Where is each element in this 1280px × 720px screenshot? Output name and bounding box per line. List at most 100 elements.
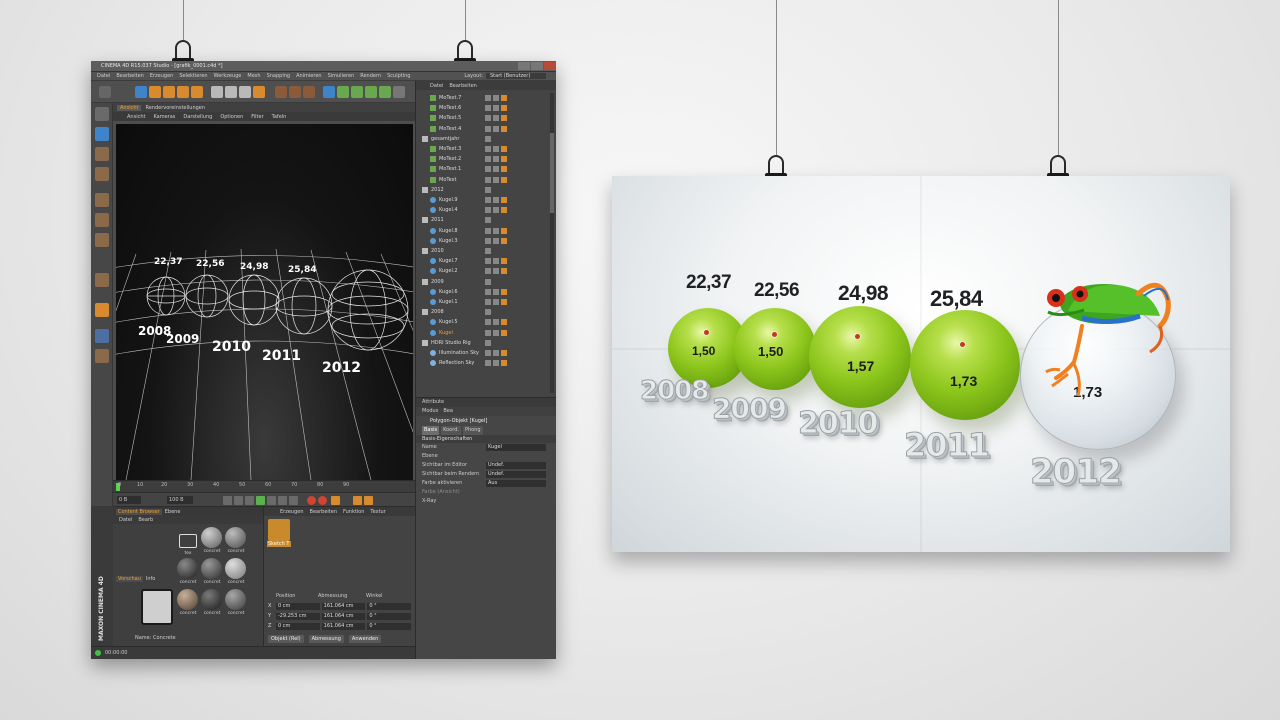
move-tool-icon[interactable] (149, 86, 161, 98)
tag-icon[interactable] (501, 360, 507, 367)
tag-icon[interactable] (501, 207, 507, 214)
object-row[interactable]: Kugel.5 (416, 317, 546, 327)
position-z-field[interactable]: 0 cm (276, 623, 320, 630)
object-row[interactable]: MoText.2 (416, 154, 546, 164)
visibility-toggle-icon[interactable] (485, 146, 491, 152)
tag-icon[interactable] (493, 268, 499, 275)
object-row[interactable]: Reflection Sky (416, 358, 546, 368)
mm-menu-item[interactable]: Erzeugen (280, 509, 304, 515)
attribute-value-field[interactable]: Undef. (486, 462, 546, 469)
tag-icon[interactable] (501, 166, 507, 173)
tag-icon[interactable] (501, 125, 507, 132)
tag-icon[interactable] (493, 299, 499, 305)
tag-icon[interactable] (493, 227, 499, 234)
object-row[interactable]: 2008 (416, 307, 546, 317)
angle-p-field[interactable]: 0 ° (367, 613, 412, 620)
menu-item[interactable]: Datei (97, 73, 110, 79)
tag-icon[interactable] (493, 319, 499, 326)
object-row[interactable]: gesamtjahr (416, 134, 546, 144)
tag-icon[interactable] (493, 166, 499, 173)
size-y-field[interactable]: 161.064 cm (321, 613, 366, 620)
scale-key-icon[interactable] (364, 496, 373, 505)
tag-icon[interactable] (501, 156, 507, 163)
visibility-toggle-icon[interactable] (485, 288, 491, 295)
tag-icon[interactable] (501, 350, 507, 356)
material-sphere-icon[interactable] (225, 589, 246, 610)
viewport-menu-item[interactable]: Optionen (220, 114, 243, 120)
apply-button[interactable]: Anwenden (348, 635, 382, 643)
scale-tool-icon[interactable] (163, 86, 175, 98)
tag-icon[interactable] (501, 105, 507, 112)
tag-icon[interactable] (501, 288, 507, 295)
visibility-toggle-icon[interactable] (485, 237, 491, 244)
visibility-toggle-icon[interactable] (485, 268, 491, 275)
model-mode-icon[interactable] (95, 107, 109, 121)
previous-key-icon[interactable] (234, 496, 243, 505)
object-row[interactable]: Kugel.2 (416, 266, 546, 276)
tag-icon[interactable] (501, 258, 507, 265)
tag-icon[interactable] (493, 329, 499, 336)
object-scrollbar[interactable] (550, 93, 554, 393)
tag-icon[interactable] (493, 350, 499, 356)
viewport-menu-item[interactable]: Kameras (153, 114, 175, 120)
visibility-toggle-icon[interactable] (485, 227, 491, 234)
go-to-end-icon[interactable] (289, 496, 298, 505)
tag-icon[interactable] (493, 360, 499, 367)
visibility-toggle-icon[interactable] (485, 329, 491, 336)
tag-icon[interactable] (501, 268, 507, 275)
visibility-toggle-icon[interactable] (485, 95, 491, 101)
object-row[interactable]: Illumination Sky (416, 348, 546, 358)
object-row[interactable]: MoText (416, 175, 546, 185)
tag-icon[interactable] (501, 299, 507, 305)
visibility-toggle-icon[interactable] (485, 166, 491, 173)
keyframe-selection-icon[interactable] (331, 496, 340, 505)
cb-menu-item[interactable]: Datei (119, 517, 132, 523)
tab-vorschau[interactable]: Vorschau (116, 575, 143, 582)
mm-menu-item[interactable]: Bearbeiten (310, 509, 337, 515)
menu-item[interactable]: Snapping (267, 73, 291, 79)
points-mode-icon[interactable] (95, 193, 109, 207)
3d-viewport[interactable]: 22,37 22,56 24,98 25,84 2008 2009 2010 2… (116, 124, 413, 480)
menu-item[interactable]: Rendern (360, 73, 381, 79)
rotate-tool-icon[interactable] (177, 86, 189, 98)
tag-icon[interactable] (501, 197, 507, 203)
camera-icon[interactable] (393, 86, 405, 98)
tag-icon[interactable] (493, 258, 499, 265)
object-row[interactable]: 2009 (416, 277, 546, 287)
object-row[interactable]: MoText.6 (416, 103, 546, 113)
cb-menu-item[interactable]: Bearb (138, 517, 153, 523)
size-x-field[interactable]: 161.064 cm (321, 603, 366, 610)
mm-menu-item[interactable]: Textur (370, 509, 385, 515)
layout-dropdown[interactable]: Start (Benutzer) (486, 73, 546, 79)
material-sphere-icon[interactable] (177, 589, 198, 610)
menu-item[interactable]: Werkzeuge (214, 73, 242, 79)
render-view-icon[interactable] (275, 86, 287, 98)
visibility-toggle-icon[interactable] (485, 105, 491, 112)
viewport-menu-item[interactable]: Tafeln (272, 114, 287, 120)
tag-icon[interactable] (501, 146, 507, 152)
tag-icon[interactable] (493, 125, 499, 132)
deformer-icon[interactable] (379, 86, 391, 98)
tab-phong[interactable]: Phong (462, 426, 483, 435)
cube-icon[interactable] (323, 86, 335, 98)
visibility-toggle-icon[interactable] (485, 135, 491, 142)
subdivision-icon[interactable] (351, 86, 363, 98)
tag-icon[interactable] (501, 227, 507, 234)
array-icon[interactable] (365, 86, 377, 98)
y-axis-icon[interactable] (225, 86, 237, 98)
object-row[interactable]: Kugel.8 (416, 226, 546, 236)
material-sphere-icon[interactable] (225, 558, 246, 579)
object-row[interactable]: MoText.3 (416, 144, 546, 154)
undo-icon[interactable] (99, 86, 111, 98)
attr-menu-item[interactable]: Bea (443, 407, 453, 416)
next-key-icon[interactable] (278, 496, 287, 505)
tag-icon[interactable] (501, 115, 507, 122)
menu-item[interactable]: Bearbeiten (116, 73, 143, 79)
object-row[interactable]: Kugel.7 (416, 256, 546, 266)
start-frame-field[interactable]: 0 B (117, 496, 141, 504)
attribute-value-field[interactable]: Kugel (486, 444, 546, 451)
enable-axis-icon[interactable] (95, 273, 109, 287)
render-settings-icon[interactable] (303, 86, 315, 98)
menu-item[interactable]: Animieren (296, 73, 322, 79)
tag-icon[interactable] (501, 95, 507, 101)
